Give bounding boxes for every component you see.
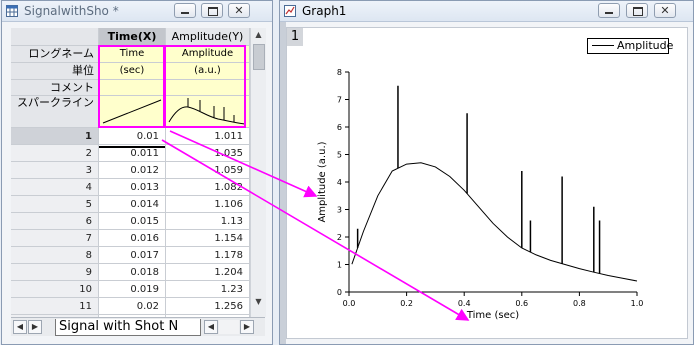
amplitude-cell[interactable]: 1.154 xyxy=(166,230,250,247)
y-tick-label: 8 xyxy=(337,68,342,77)
row-header[interactable]: 1 xyxy=(11,128,99,145)
time-cell[interactable]: 0.016 xyxy=(99,230,166,247)
x-tick-label: 0.6 xyxy=(515,299,528,308)
hscroll-right-button[interactable]: ▶ xyxy=(240,320,254,334)
row-header[interactable]: 8 xyxy=(11,247,99,264)
highlight-time-header xyxy=(98,45,165,128)
amplitude-cell[interactable]: 1.13 xyxy=(166,213,250,230)
graph-titlebar[interactable]: Graph1 ✕ xyxy=(280,1,693,22)
legend-box[interactable]: Amplitude xyxy=(587,38,673,54)
time-cell[interactable]: 0.017 xyxy=(99,247,166,264)
amplitude-cell[interactable]: 1.23 xyxy=(166,281,250,298)
x-tick-label: 0.8 xyxy=(573,299,586,308)
hscroll-left-button[interactable]: ◀ xyxy=(204,320,218,334)
corner-cell[interactable] xyxy=(11,28,99,46)
time-cell[interactable]: 0.013 xyxy=(99,179,166,196)
amplitude-cell[interactable]: 1.106 xyxy=(166,196,250,213)
y-tick-label: 0 xyxy=(337,288,342,297)
row-header[interactable]: 5 xyxy=(11,196,99,213)
amplitude-cell[interactable]: 1.011 xyxy=(166,128,250,145)
legend-line-icon xyxy=(592,45,614,46)
y-tick-label: 6 xyxy=(337,123,342,132)
x-tick-label: 0.4 xyxy=(458,299,471,308)
maximize-button[interactable] xyxy=(201,3,223,18)
amplitude-cell[interactable]: 1.204 xyxy=(166,264,250,281)
row-header[interactable]: 10 xyxy=(11,281,99,298)
scroll-up-arrow[interactable]: ▲ xyxy=(251,28,266,42)
y-axis-label: Amplitude (a.u.) xyxy=(317,141,328,222)
worksheet-titlebar[interactable]: SignalwithSho * ✕ xyxy=(2,1,272,22)
row-label-long-name[interactable]: ロングネーム xyxy=(11,46,99,63)
vertical-scrollbar[interactable]: ▲ ▼ xyxy=(250,28,266,317)
row-header[interactable]: 9 xyxy=(11,264,99,281)
x-tick-label: 0.0 xyxy=(343,299,356,308)
hscroll-track[interactable] xyxy=(219,320,239,334)
y-tick-label: 3 xyxy=(337,206,342,215)
y-tick-label: 1 xyxy=(337,261,342,270)
graph-minimize-button[interactable] xyxy=(598,3,620,18)
time-cell[interactable]: 0.012 xyxy=(99,162,166,179)
x-axis-label: Time (sec) xyxy=(466,310,519,321)
row-label-units[interactable]: 単位 xyxy=(11,63,99,80)
worksheet-icon xyxy=(6,5,18,17)
amplitude-cell[interactable]: 1.059 xyxy=(166,162,250,179)
graph-page[interactable]: 1 0 1 2 3 4 5 6 7 8 0.0 0.2 0.4 0.6 0.8 1.0 Time (sec) A… xyxy=(286,27,688,339)
close-button[interactable]: ✕ xyxy=(228,3,250,18)
highlight-amplitude-header xyxy=(164,45,246,128)
row-label-sparklines[interactable]: スパークライン xyxy=(11,96,99,128)
y-tick-label: 7 xyxy=(337,96,342,105)
x-tick-label: 0.2 xyxy=(400,299,413,308)
sheet-tab[interactable]: Signal with Shot N xyxy=(55,319,201,336)
graph-icon xyxy=(284,5,296,17)
row-header[interactable]: 11 xyxy=(11,298,99,315)
worksheet-grid[interactable]: Time(X) Amplitude(Y) ロングネーム 単位 コメント スパーク… xyxy=(11,28,265,317)
amplitude-cell[interactable]: 1.178 xyxy=(166,247,250,264)
y-tick-label: 2 xyxy=(337,233,342,242)
minimize-button[interactable] xyxy=(174,3,196,18)
time-cell[interactable]: 0.019 xyxy=(99,281,166,298)
minimize-icon xyxy=(181,12,189,14)
row-header[interactable]: 4 xyxy=(11,179,99,196)
graph-title: Graph1 xyxy=(302,4,347,18)
y-tick-label: 4 xyxy=(337,178,342,187)
row-header[interactable]: 3 xyxy=(11,162,99,179)
sheet-tab-bar: ◀ ▶ Signal with Shot N ◀ ▶ xyxy=(11,317,265,336)
row-label-comments[interactable]: コメント xyxy=(11,80,99,96)
row-header[interactable]: 7 xyxy=(11,230,99,247)
sheet-prev-button[interactable]: ◀ xyxy=(13,320,27,334)
scroll-thumb[interactable] xyxy=(253,44,265,70)
close-icon: ✕ xyxy=(234,4,244,17)
active-cell-outline xyxy=(99,146,165,148)
time-cell[interactable]: 0.015 xyxy=(99,213,166,230)
time-cell[interactable]: 0.018 xyxy=(99,264,166,281)
maximize-icon xyxy=(208,7,218,16)
row-header[interactable]: 2 xyxy=(11,145,99,162)
sheet-next-button[interactable]: ▶ xyxy=(28,320,42,334)
x-tick-label: 1.0 xyxy=(631,299,644,308)
graph-maximize-button[interactable] xyxy=(626,3,648,18)
minimize-icon xyxy=(605,12,613,14)
legend-label: Amplitude xyxy=(617,39,674,52)
amplitude-cell[interactable]: 1.035 xyxy=(166,145,250,162)
amplitude-cell[interactable]: 1.082 xyxy=(166,179,250,196)
worksheet-window: SignalwithSho * ✕ Time(X) Amplitude(Y) ロ… xyxy=(1,0,273,345)
close-icon: ✕ xyxy=(660,4,670,17)
time-cell[interactable]: 0.014 xyxy=(99,196,166,213)
scroll-down-arrow[interactable]: ▼ xyxy=(251,295,266,309)
col-header-amplitude[interactable]: Amplitude(Y) xyxy=(166,28,250,46)
maximize-icon xyxy=(633,7,643,16)
time-cell[interactable]: 0.01 xyxy=(99,128,166,145)
time-cell[interactable]: 0.02 xyxy=(99,298,166,315)
y-tick-label: 5 xyxy=(337,151,342,160)
graph-close-button[interactable]: ✕ xyxy=(654,3,676,18)
amplitude-chart[interactable]: 0 1 2 3 4 5 6 7 8 0.0 0.2 0.4 0.6 0.8 1.0 Time (sec) Amp… xyxy=(287,28,687,338)
amplitude-cell[interactable]: 1.256 xyxy=(166,298,250,315)
row-header[interactable]: 6 xyxy=(11,213,99,230)
col-header-time[interactable]: Time(X) xyxy=(99,28,166,46)
worksheet-title: SignalwithSho * xyxy=(24,4,119,18)
